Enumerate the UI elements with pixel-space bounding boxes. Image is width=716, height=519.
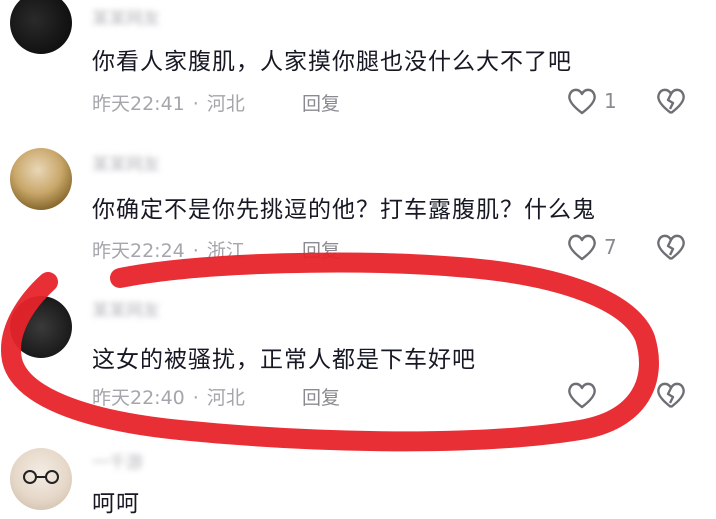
broken-heart-icon bbox=[657, 88, 685, 114]
avatar[interactable] bbox=[10, 448, 72, 510]
comment-location: 河北 bbox=[206, 93, 245, 115]
like-button[interactable] bbox=[566, 380, 604, 410]
comment-text: 你确定不是你先挑逗的他？打车露腹肌？什么鬼 bbox=[92, 197, 596, 223]
comment-username[interactable]: 某某网友 bbox=[92, 150, 272, 174]
comment-username[interactable]: 某某网友 bbox=[92, 4, 272, 28]
heart-outline-icon bbox=[568, 88, 596, 115]
broken-heart-icon bbox=[657, 234, 685, 260]
reply-button[interactable]: 回复 bbox=[302, 383, 340, 410]
comment-text: 你看人家腹肌，人家摸你腿也没什么大不了吧 bbox=[92, 49, 572, 75]
comment-username[interactable]: 一千游 bbox=[92, 448, 272, 472]
heart-outline-icon bbox=[568, 382, 596, 409]
dislike-button[interactable] bbox=[655, 86, 687, 120]
like-count: 7 bbox=[604, 235, 617, 259]
meta-dot: · bbox=[192, 240, 199, 262]
comment-time: 昨天22:40 bbox=[92, 387, 185, 409]
avatar[interactable] bbox=[10, 296, 72, 358]
comment-location: 浙江 bbox=[206, 240, 245, 262]
comment-meta: 昨天22:41 · 河北 回复 bbox=[92, 89, 340, 116]
comment-username[interactable]: 某某网友 bbox=[92, 296, 272, 320]
comment-time: 昨天22:24 bbox=[92, 240, 185, 262]
meta-dot: · bbox=[192, 387, 199, 409]
reply-button[interactable]: 回复 bbox=[302, 236, 340, 263]
like-button[interactable]: 1 bbox=[566, 86, 617, 116]
avatar[interactable] bbox=[10, 0, 72, 54]
meta-dot: · bbox=[192, 93, 199, 115]
like-button[interactable]: 7 bbox=[566, 232, 617, 262]
glasses-icon bbox=[23, 470, 59, 484]
reply-button[interactable]: 回复 bbox=[302, 89, 340, 116]
comment-text: 这女的被骚扰，正常人都是下车好吧 bbox=[92, 347, 476, 373]
comment-meta: 昨天22:40 · 河北 回复 bbox=[92, 383, 340, 410]
comment-time: 昨天22:41 bbox=[92, 93, 185, 115]
broken-heart-icon bbox=[657, 382, 685, 408]
comment-meta: 昨天22:24 · 浙江 回复 bbox=[92, 236, 340, 263]
avatar[interactable] bbox=[10, 148, 72, 210]
heart-outline-icon bbox=[568, 234, 596, 261]
dislike-button[interactable] bbox=[655, 380, 687, 414]
like-count: 1 bbox=[604, 89, 617, 113]
comment-location: 河北 bbox=[206, 387, 245, 409]
comment-text: 呵呵 bbox=[92, 491, 140, 517]
dislike-button[interactable] bbox=[655, 232, 687, 266]
